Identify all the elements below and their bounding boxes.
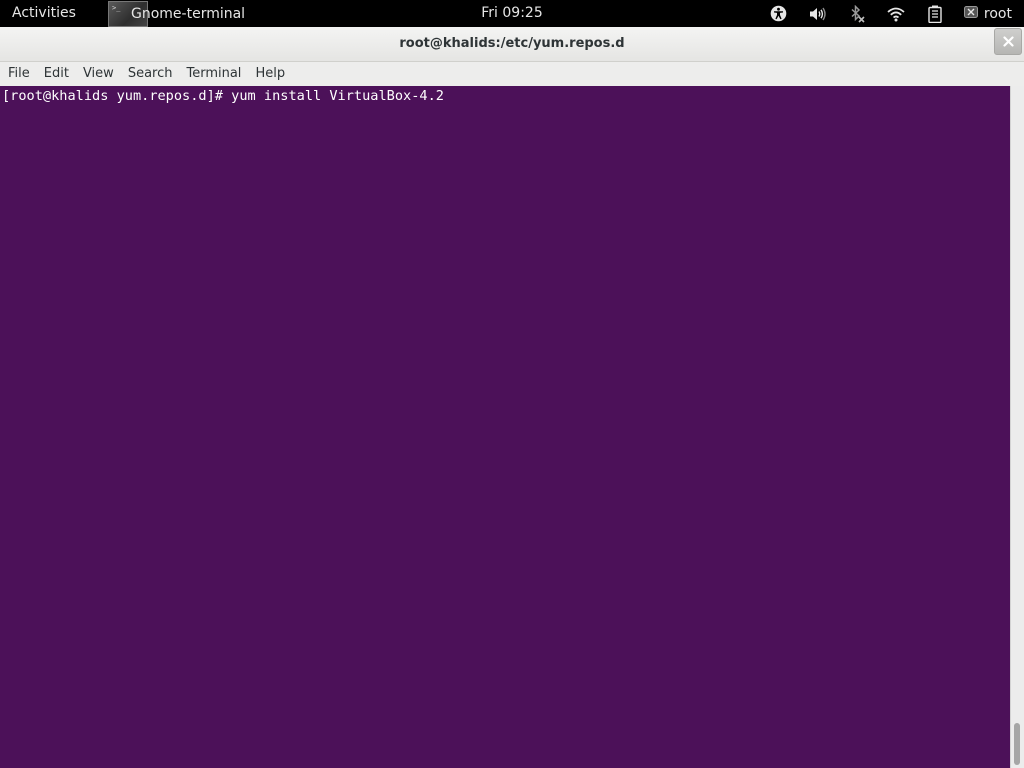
menu-help[interactable]: Help (248, 62, 292, 86)
user-name: root (983, 5, 1012, 22)
user-status-icon (963, 5, 978, 22)
clock-button[interactable]: Fri 09:25 (481, 5, 542, 21)
app-menu-label: Gnome-terminal (131, 5, 246, 22)
volume-icon[interactable] (809, 5, 827, 23)
status-area: root (749, 0, 1012, 27)
battery-icon[interactable] (926, 5, 944, 23)
bluetooth-disabled-icon[interactable] (848, 4, 866, 23)
gnome-top-bar: Activities >_ Gnome-terminal Fri 09:25 r… (0, 0, 1024, 27)
menu-terminal[interactable]: Terminal (179, 62, 248, 86)
window-title-bar[interactable]: root@khalids:/etc/yum.repos.d (0, 27, 1024, 62)
activities-button[interactable]: Activities (12, 0, 76, 27)
close-window-button[interactable] (994, 28, 1022, 55)
menu-file[interactable]: File (1, 62, 37, 86)
terminal-scrollbar[interactable] (1010, 86, 1024, 768)
menu-view[interactable]: View (76, 62, 121, 86)
window-title: root@khalids:/etc/yum.repos.d (399, 36, 625, 51)
scrollbar-thumb[interactable] (1014, 723, 1020, 765)
terminal-line: [root@khalids yum.repos.d]# yum install … (2, 88, 444, 104)
menu-search[interactable]: Search (121, 62, 180, 86)
terminal-screen[interactable]: [root@khalids yum.repos.d]# yum install … (0, 86, 1010, 768)
user-menu-button[interactable]: root (963, 5, 1012, 22)
menu-edit[interactable]: Edit (37, 62, 76, 86)
menu-bar: File Edit View Search Terminal Help (0, 62, 1024, 86)
close-icon (1002, 32, 1014, 51)
wifi-icon[interactable] (887, 5, 905, 23)
accessibility-icon[interactable] (770, 5, 788, 23)
app-menu-button[interactable]: >_ Gnome-terminal (108, 0, 245, 27)
